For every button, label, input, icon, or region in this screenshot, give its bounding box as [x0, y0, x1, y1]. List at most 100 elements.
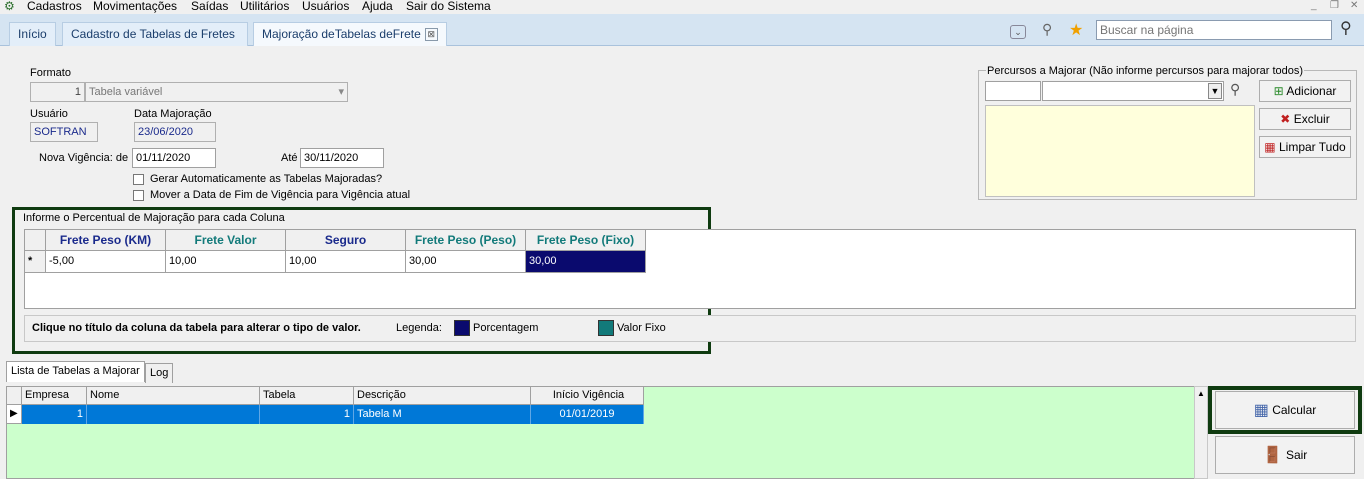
vigencia-ate-field[interactable]: 30/11/2020	[300, 148, 384, 168]
tab-inicio[interactable]: Início	[9, 22, 56, 46]
unpin-icon[interactable]: ⚲	[1042, 21, 1052, 38]
formato-value: Tabela variável	[89, 86, 163, 98]
col-nome[interactable]: Nome	[87, 387, 260, 405]
tab-lista-tabelas[interactable]: Lista de Tabelas a Majorar	[6, 361, 145, 382]
excluir-label: Excluir	[1293, 112, 1330, 126]
limpar-tudo-label: Limpar Tudo	[1278, 140, 1346, 154]
col-frete-peso-km-label: Frete Peso (KM)	[59, 233, 152, 247]
close-icon[interactable]: ✕	[1350, 0, 1358, 11]
search-icon[interactable]: ⚲	[1230, 81, 1240, 98]
menu-saidas[interactable]: Saídas	[191, 0, 228, 13]
dropdown-arrow-icon: ▾	[338, 86, 344, 98]
tab-majoracao-label: Majoração deTabelas deFrete	[262, 27, 421, 41]
data-majoracao-label: Data Majoração	[134, 108, 212, 120]
legend-porcentagem-label: Porcentagem	[473, 322, 539, 334]
sair-button[interactable]: 🚪 Sair	[1215, 436, 1355, 474]
add-icon: ⊞	[1273, 84, 1284, 98]
cell-frete-peso-km[interactable]: -5,00	[46, 251, 166, 273]
col-inicio-vigencia[interactable]: Início Vigência	[531, 387, 644, 405]
calcular-button[interactable]: ▦ Calcular	[1215, 391, 1355, 429]
col-frete-valor[interactable]: Frete Valor	[166, 230, 286, 251]
adicionar-label: Adicionar	[1286, 84, 1337, 98]
percurso-select[interactable]: ▼	[1042, 81, 1224, 101]
cell-nome[interactable]	[87, 405, 260, 424]
tab-close-icon[interactable]: ⊠	[424, 28, 438, 42]
menu-ajuda[interactable]: Ajuda	[362, 0, 393, 13]
cell-frete-peso-peso[interactable]: 30,00	[406, 251, 526, 273]
menu-movimentacoes[interactable]: Movimentações	[93, 0, 177, 13]
legend-porcentagem-swatch	[454, 320, 470, 336]
excluir-button[interactable]: ✖ Excluir	[1259, 108, 1351, 130]
usuario-field: SOFTRAN	[30, 122, 98, 142]
hint-text: Clique no título da coluna da tabela par…	[32, 322, 361, 334]
legend-valor-fixo-swatch	[598, 320, 614, 336]
legend-bar: Clique no título da coluna da tabela par…	[24, 315, 1356, 342]
cell-inicio-vigencia[interactable]: 01/01/2019	[531, 405, 644, 424]
col-frete-peso-peso[interactable]: Frete Peso (Peso)	[406, 230, 526, 251]
col-descricao[interactable]: Descrição	[354, 387, 531, 405]
cell-empresa[interactable]: 1	[22, 405, 87, 424]
vigencia-de-field[interactable]: 01/11/2020	[132, 148, 216, 168]
percurso-code-field[interactable]	[985, 81, 1041, 101]
cell-tabela[interactable]: 1	[260, 405, 354, 424]
data-majoracao-field: 23/06/2020	[134, 122, 216, 142]
menu-usuarios[interactable]: Usuários	[302, 0, 349, 13]
col-seguro[interactable]: Seguro	[286, 230, 406, 251]
formato-select[interactable]: Tabela variável ▾	[85, 82, 348, 102]
search-icon[interactable]: ⚲	[1340, 18, 1352, 38]
percursos-title: Percursos a Majorar (Não informe percurs…	[986, 65, 1305, 77]
col-frete-peso-peso-label: Frete Peso (Peso)	[414, 233, 517, 247]
search-input[interactable]	[1096, 20, 1332, 40]
menu-bar: ⚙ Cadastros Movimentações Saídas Utilitá…	[0, 0, 1364, 14]
tab-lista-label: Lista de Tabelas a Majorar	[11, 365, 140, 377]
exit-door-icon: 🚪	[1262, 446, 1283, 464]
mover-data-label: Mover a Data de Fim de Vigência para Vig…	[150, 189, 411, 201]
formato-code-field[interactable]: 1	[30, 82, 85, 102]
cell-descricao[interactable]: Tabela M	[354, 405, 531, 424]
col-empresa[interactable]: Empresa	[22, 387, 87, 405]
tab-majoracao[interactable]: Majoração deTabelas deFrete ⊠	[253, 22, 447, 46]
col-seguro-label: Seguro	[324, 233, 367, 247]
gerar-automaticamente-label: Gerar Automaticamente as Tabelas Majorad…	[150, 173, 383, 185]
limpar-tudo-button[interactable]: ▦ Limpar Tudo	[1259, 136, 1351, 158]
restore-icon[interactable]: ❐	[1330, 0, 1339, 11]
delete-icon: ✖	[1280, 112, 1291, 126]
star-icon[interactable]: ★	[1069, 20, 1083, 40]
clear-icon: ▦	[1264, 140, 1276, 154]
menu-utilitarios[interactable]: Utilitários	[240, 0, 289, 13]
menu-cadastros[interactable]: Cadastros	[27, 0, 82, 13]
tab-log-label: Log	[150, 367, 169, 379]
percursos-list[interactable]	[985, 105, 1255, 197]
row-indicator-icon: ▶	[7, 405, 22, 424]
col-frete-peso-fixo[interactable]: Frete Peso (Fixo)	[526, 230, 646, 251]
tab-cadastro-tabelas[interactable]: Cadastro de Tabelas de Fretes	[62, 22, 248, 46]
tabelas-list[interactable]: Empresa Nome Tabela Descrição Início Vig…	[6, 386, 1208, 479]
legend-valor-fixo-label: Valor Fixo	[617, 322, 666, 334]
mover-data-checkbox[interactable]	[133, 190, 144, 201]
calcular-label: Calcular	[1272, 403, 1317, 417]
grid-corner	[25, 230, 46, 251]
cell-frete-valor[interactable]: 10,00	[166, 251, 286, 273]
menu-sair-sistema[interactable]: Sair do Sistema	[406, 0, 491, 13]
app-icon: ⚙	[4, 0, 15, 13]
list-scrollbar[interactable]: ▲	[1194, 386, 1208, 479]
tab-cadastro-label: Cadastro de Tabelas de Fretes	[71, 27, 235, 41]
scroll-up-icon[interactable]: ▲	[1197, 389, 1205, 398]
list-corner	[7, 387, 22, 405]
minimize-icon[interactable]: _	[1311, 0, 1317, 11]
col-frete-peso-km[interactable]: Frete Peso (KM)	[46, 230, 166, 251]
col-tabela[interactable]: Tabela	[260, 387, 354, 405]
tab-log[interactable]: Log	[145, 363, 174, 383]
col-frete-valor-label: Frete Valor	[194, 233, 257, 247]
cell-frete-peso-fixo[interactable]: 30,00	[526, 251, 646, 273]
legend-label: Legenda:	[396, 322, 442, 334]
percentual-title: Informe o Percentual de Majoração para c…	[23, 212, 285, 224]
cell-seguro[interactable]: 10,00	[286, 251, 406, 273]
sair-label: Sair	[1285, 448, 1308, 462]
col-frete-peso-fixo-label: Frete Peso (Fixo)	[536, 233, 635, 247]
chevron-down-icon[interactable]: ⌄	[1010, 25, 1026, 39]
calculator-icon: ▦	[1253, 401, 1269, 419]
adicionar-button[interactable]: ⊞ Adicionar	[1259, 80, 1351, 102]
gerar-automaticamente-checkbox[interactable]	[133, 174, 144, 185]
ate-label: Até	[281, 152, 298, 164]
